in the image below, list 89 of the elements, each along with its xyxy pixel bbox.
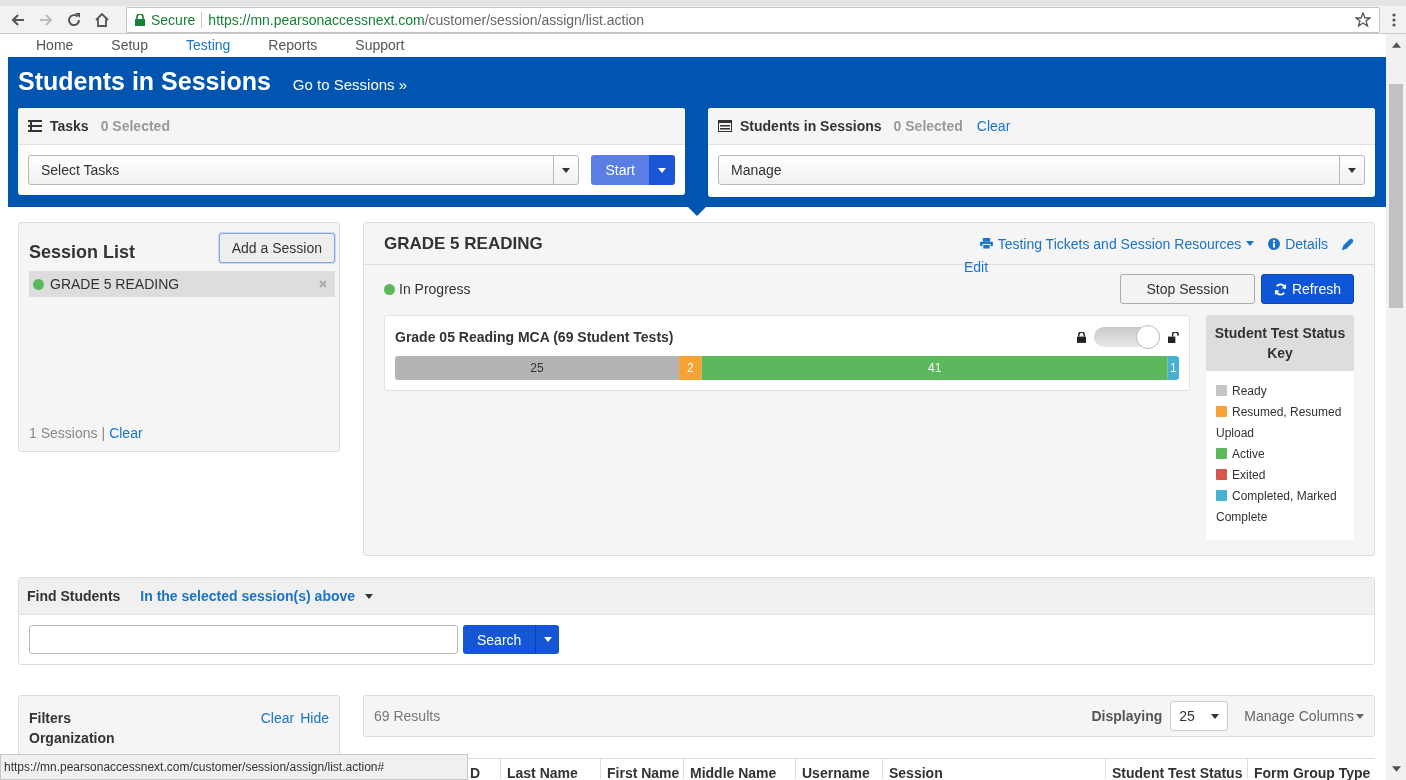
manage-select[interactable]: Manage xyxy=(718,155,1365,185)
unlock-icon xyxy=(1168,331,1179,343)
back-icon[interactable] xyxy=(10,11,26,28)
panel-title: Session List xyxy=(29,242,136,263)
caret-icon xyxy=(562,167,571,173)
column-header[interactable]: Last Name xyxy=(500,759,600,779)
section-title: Find Students xyxy=(27,588,121,604)
menu-icon[interactable] xyxy=(1392,11,1396,28)
filters-title: Filters xyxy=(29,709,71,728)
clear-link[interactable]: Clear xyxy=(109,425,143,441)
caret-icon xyxy=(1246,241,1255,246)
nav-link[interactable]: Setup xyxy=(105,37,154,54)
lock-icon xyxy=(135,13,145,26)
lock-icon xyxy=(1077,331,1086,343)
lock-toggle[interactable] xyxy=(1094,327,1160,347)
key-title: Student Test Status Key xyxy=(1206,315,1354,371)
session-title: GRADE 5 READING xyxy=(384,233,544,254)
details-link[interactable]: Details xyxy=(1268,235,1328,252)
scroll-up-icon[interactable] xyxy=(1391,42,1401,48)
session-status: In Progress xyxy=(399,281,471,297)
key-label: Active xyxy=(1232,447,1265,461)
data-label: 25 xyxy=(530,361,544,375)
add-session-button[interactable]: Add a Session xyxy=(218,233,335,263)
stop-session-button[interactable]: Stop Session xyxy=(1120,274,1255,304)
panel-title: Tasks xyxy=(50,118,89,134)
data-label: 1 xyxy=(1170,361,1177,375)
nav-link[interactable]: Home xyxy=(30,37,80,54)
caret-icon xyxy=(1211,713,1220,719)
table-icon xyxy=(718,120,732,132)
caret-icon xyxy=(543,637,552,642)
resources-link[interactable]: Testing Tickets and Session Resources xyxy=(979,235,1255,252)
test-name: Grade 05 Reading MCA (69 Student Tests) xyxy=(395,329,675,345)
session-item[interactable]: GRADE 5 READING xyxy=(29,271,335,297)
data-label: 41 xyxy=(928,361,942,375)
nav-link[interactable]: Testing xyxy=(179,37,237,54)
clear-link[interactable]: Clear xyxy=(260,710,295,726)
separator: | xyxy=(101,425,106,441)
scope-dropdown[interactable]: In the selected session(s) above xyxy=(140,588,374,604)
organization-label: Organization xyxy=(29,729,115,748)
info-icon xyxy=(1268,237,1281,250)
selected-count: 0 Selected xyxy=(893,118,963,134)
url-text: https://mn.pearsonaccessnext.com/customer/session/assign/list.action xyxy=(208,11,645,28)
address-bar[interactable]: Secure https://mn.pearsonaccessnext.com/customer/session/assign/list.action xyxy=(126,6,1380,33)
caret-icon xyxy=(1348,167,1356,173)
key-label: Exited xyxy=(1232,468,1266,482)
page-title: Students in Sessions xyxy=(18,67,271,96)
edit-link[interactable]: Edit xyxy=(964,259,989,275)
column-header[interactable]: First Name xyxy=(600,759,683,779)
refresh-button[interactable]: Refresh xyxy=(1260,274,1354,304)
status-dot xyxy=(384,283,395,295)
key-label: Completed, Marked Complete xyxy=(1216,489,1337,524)
secure-label: Secure xyxy=(151,11,196,28)
hide-link[interactable]: Hide xyxy=(300,710,329,726)
column-header[interactable]: Username xyxy=(795,759,882,779)
results-count: 69 Results xyxy=(374,708,442,724)
clear-link[interactable]: Clear xyxy=(976,118,1011,134)
reload-icon[interactable] xyxy=(66,11,82,28)
nav-link[interactable]: Reports xyxy=(262,37,324,54)
search-field[interactable] xyxy=(29,625,458,654)
nav-link[interactable]: Support xyxy=(349,37,411,54)
scroll-down-icon[interactable] xyxy=(1391,766,1401,772)
refresh-icon xyxy=(1273,282,1287,296)
star-icon[interactable] xyxy=(1355,11,1371,28)
column-header[interactable]: Session xyxy=(882,759,1105,779)
displaying-label: Displaying xyxy=(1091,708,1163,724)
scrollbar[interactable] xyxy=(1386,34,1406,780)
panel-title: Students in Sessions xyxy=(740,118,882,134)
scrollbar-thumb[interactable] xyxy=(1389,84,1403,308)
column-header[interactable]: Student Test Status xyxy=(1105,759,1247,779)
column-header[interactable]: Form Group Type xyxy=(1247,759,1372,779)
list-icon xyxy=(28,120,42,132)
pencil-icon[interactable] xyxy=(1342,237,1354,250)
column-header[interactable]: Middle Name xyxy=(683,759,795,779)
page-size-select[interactable]: 25 xyxy=(1170,701,1229,731)
key-label: Ready xyxy=(1232,384,1267,398)
printer-icon xyxy=(979,238,993,249)
home-icon[interactable] xyxy=(94,11,110,28)
session-count: 1 Sessions xyxy=(29,425,98,441)
caret-icon xyxy=(1356,713,1364,719)
go-to-sessions-link[interactable]: Go to Sessions » xyxy=(292,76,408,93)
caret-icon xyxy=(365,593,374,599)
status-url-tooltip: https://mn.pearsonaccessnext.com/customer/session/assign/list.action# xyxy=(0,754,468,780)
key-label: Resumed, Resumed Upload xyxy=(1216,405,1342,440)
data-label: 2 xyxy=(687,361,694,375)
tasks-select[interactable]: Select Tasks xyxy=(28,155,580,185)
session-name: GRADE 5 READING xyxy=(50,276,181,292)
caret-icon xyxy=(658,167,666,173)
selected-count: 0 Selected xyxy=(100,118,170,134)
manage-columns-dropdown[interactable]: Manage Columns xyxy=(1244,708,1364,724)
